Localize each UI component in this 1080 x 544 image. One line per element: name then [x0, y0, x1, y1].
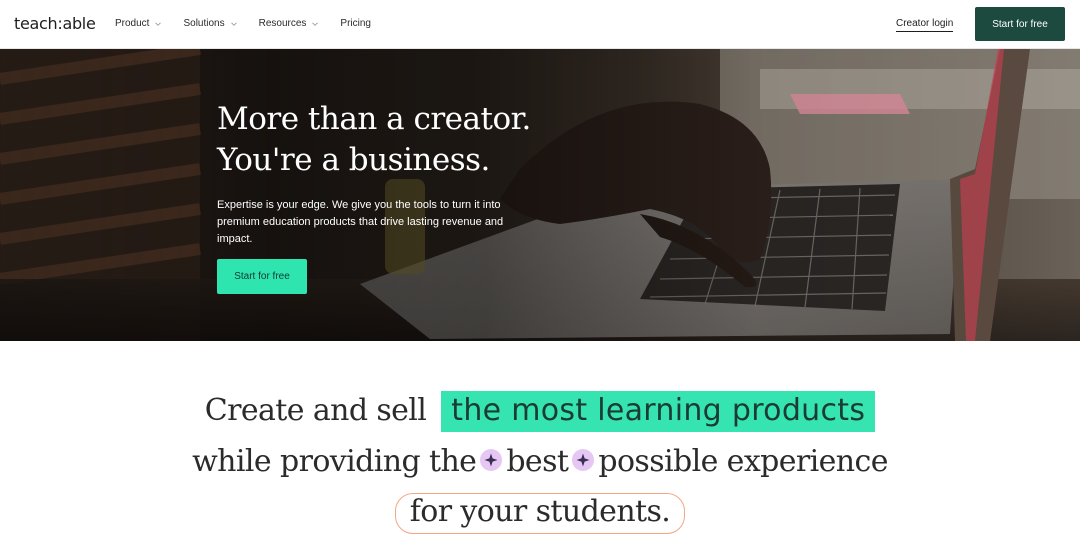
menu-item-pricing[interactable]: Pricing: [340, 18, 371, 29]
chevron-down-icon: [230, 21, 237, 27]
main-menu: Product Solutions Resources Pricing: [115, 18, 393, 29]
start-for-free-button[interactable]: Start for free: [975, 7, 1065, 41]
menu-item-solutions[interactable]: Solutions: [183, 18, 237, 29]
headline-text: Create and sell: [204, 393, 427, 428]
headline-line-2: while providing the best possible experien…: [0, 444, 1080, 479]
headline-outlined-text: for your students.: [394, 493, 686, 534]
hero-section: More than a creator. You're a business. …: [0, 49, 1080, 341]
menu-item-label: Pricing: [340, 18, 371, 29]
menu-item-product[interactable]: Product: [115, 18, 162, 29]
value-proposition-section: Create and sell the most learning produc…: [0, 341, 1080, 544]
sparkle-icon: [480, 449, 503, 471]
hero-title: More than a creator. You're a business.: [217, 99, 531, 181]
headline-line-1: Create and sell the most learning produc…: [0, 391, 1080, 432]
hero-title-line: You're a business.: [217, 142, 490, 178]
menu-item-resources[interactable]: Resources: [259, 18, 319, 29]
sparkle-icon: [572, 449, 595, 471]
menu-item-label: Solutions: [183, 18, 225, 29]
hero-title-line: More than a creator.: [217, 101, 531, 137]
headline-highlight: the most learning products: [441, 391, 876, 432]
menu-item-label: Resources: [258, 18, 307, 29]
top-navigation: teach:able Product Solutions Resources P…: [0, 0, 1080, 49]
hero-background-image: [0, 49, 1080, 341]
menu-item-label: Product: [115, 18, 150, 29]
hero-start-for-free-button[interactable]: Start for free: [217, 259, 307, 294]
headline-text: possible experience: [598, 444, 888, 479]
headline-text: while providing the: [192, 444, 477, 479]
headline-text: best: [506, 444, 569, 479]
chevron-down-icon: [155, 21, 162, 27]
teachable-logo[interactable]: teach:able: [14, 14, 96, 33]
headline-line-3: for your students.: [0, 493, 1080, 534]
chevron-down-icon: [312, 21, 319, 27]
creator-login-link[interactable]: Creator login: [896, 18, 954, 32]
hero-subtitle: Expertise is your edge. We give you the …: [217, 199, 504, 245]
